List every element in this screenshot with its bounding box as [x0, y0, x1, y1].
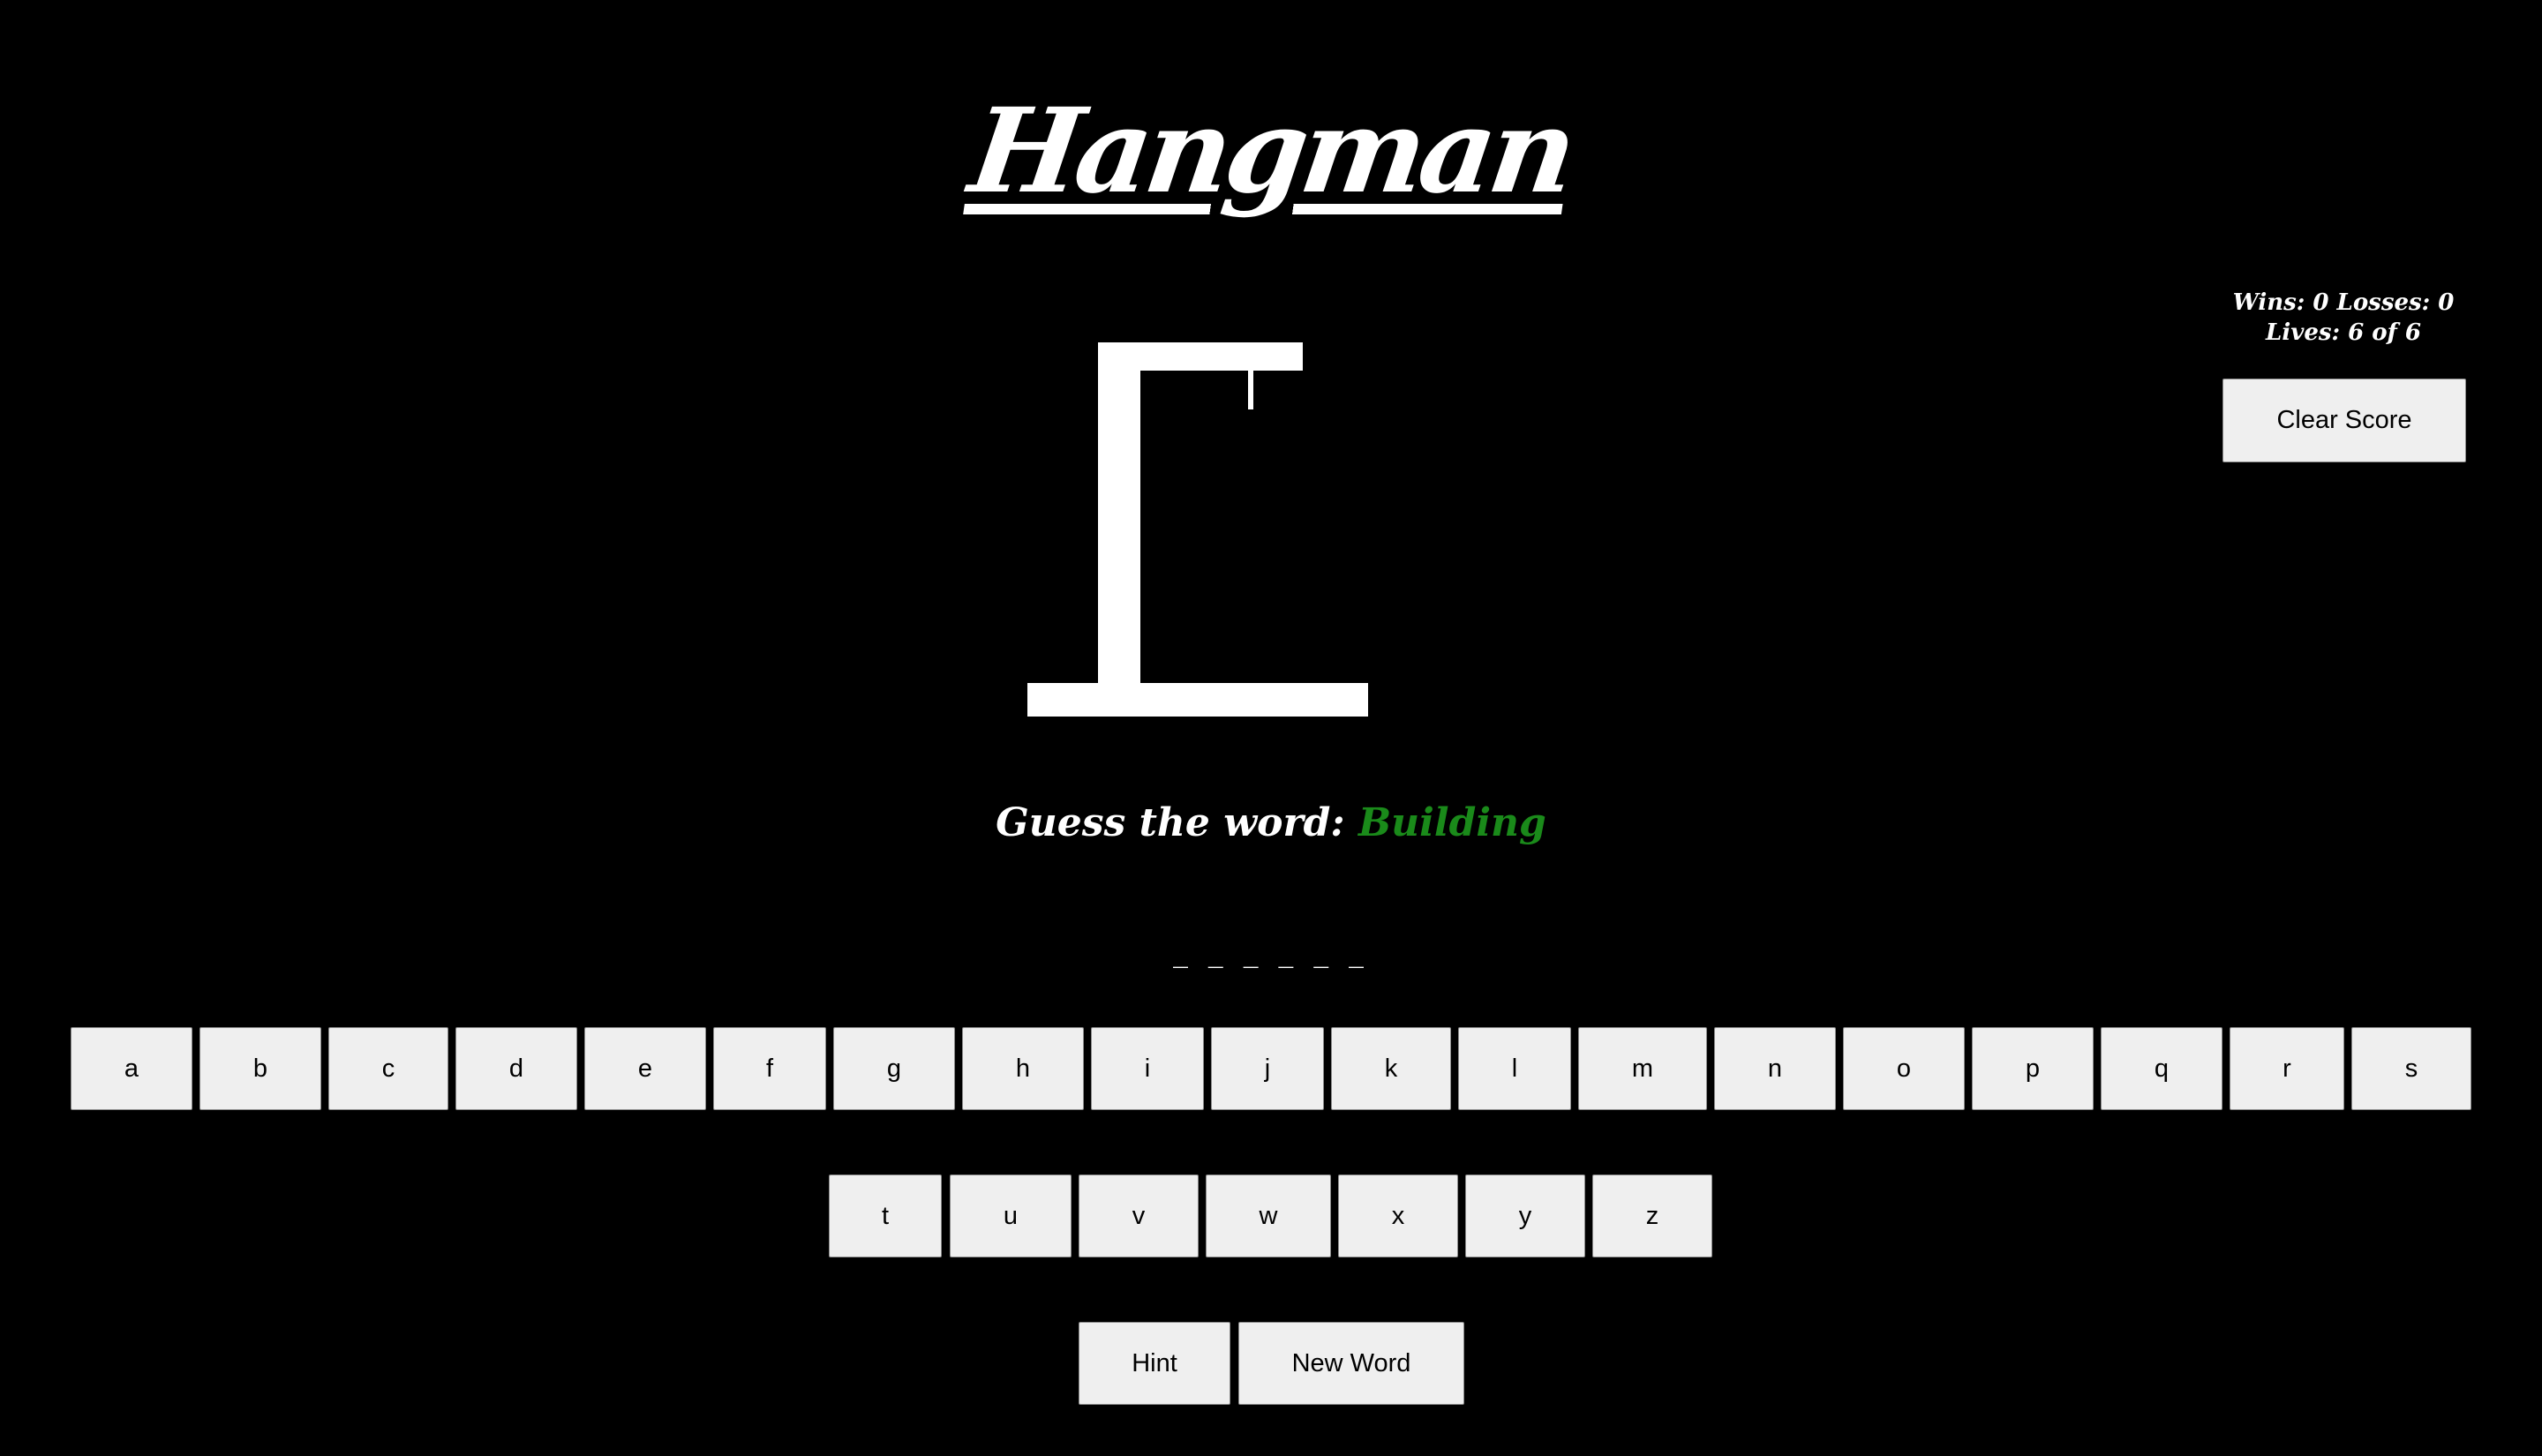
gallows-beam — [1098, 342, 1303, 371]
gallows-pole — [1098, 342, 1140, 690]
letter-key-l[interactable]: l — [1458, 1027, 1571, 1110]
gallows-rope — [1248, 369, 1253, 409]
gallows-drawing — [1024, 335, 1377, 724]
letter-key-t[interactable]: t — [829, 1175, 942, 1257]
guess-prompt: Guess the word: Building — [0, 794, 2542, 852]
keyboard-row-1: a b c d e f g h i j k l m n o p q r s — [0, 1027, 2542, 1112]
letter-key-x[interactable]: x — [1338, 1175, 1458, 1257]
letter-key-f[interactable]: f — [713, 1027, 826, 1110]
new-word-button[interactable]: New Word — [1238, 1322, 1464, 1405]
game-title-text: Hangman — [962, 83, 1580, 220]
hint-button[interactable]: Hint — [1079, 1322, 1230, 1405]
letter-key-q[interactable]: q — [2101, 1027, 2222, 1110]
wins-losses-text: Wins: 0 Losses: 0 — [2232, 289, 2455, 316]
letter-key-d[interactable]: d — [455, 1027, 577, 1110]
letter-key-v[interactable]: v — [1079, 1175, 1199, 1257]
letter-key-b[interactable]: b — [199, 1027, 321, 1110]
guess-prompt-label: Guess the word: — [996, 800, 1358, 845]
letter-key-s[interactable]: s — [2351, 1027, 2471, 1110]
letter-key-k[interactable]: k — [1331, 1027, 1451, 1110]
letter-key-o[interactable]: o — [1843, 1027, 1965, 1110]
game-title: Hangman — [0, 81, 2542, 222]
letter-key-j[interactable]: j — [1211, 1027, 1324, 1110]
letter-key-w[interactable]: w — [1206, 1175, 1331, 1257]
letter-key-n[interactable]: n — [1714, 1027, 1836, 1110]
score-panel: Wins: 0 Losses: 0 Lives: 6 of 6 — [2224, 288, 2463, 348]
lives-text: Lives: 6 of 6 — [2266, 319, 2421, 346]
guess-category: Building — [1357, 800, 1546, 845]
letter-key-c[interactable]: c — [328, 1027, 448, 1110]
word-blanks: _ _ _ _ _ _ — [1172, 934, 1370, 969]
letter-key-z[interactable]: z — [1592, 1175, 1712, 1257]
letter-key-u[interactable]: u — [950, 1175, 1072, 1257]
letter-key-g[interactable]: g — [833, 1027, 955, 1110]
keyboard-row-2: t u v w x y z — [0, 1175, 2542, 1259]
letter-key-y[interactable]: y — [1465, 1175, 1585, 1257]
letter-key-m[interactable]: m — [1578, 1027, 1707, 1110]
letter-key-p[interactable]: p — [1972, 1027, 2094, 1110]
gallows-base — [1027, 683, 1368, 717]
letter-key-a[interactable]: a — [71, 1027, 192, 1110]
letter-key-i[interactable]: i — [1091, 1027, 1204, 1110]
clear-score-button[interactable]: Clear Score — [2222, 379, 2466, 462]
letter-key-r[interactable]: r — [2230, 1027, 2344, 1110]
letter-key-e[interactable]: e — [584, 1027, 706, 1110]
letter-key-h[interactable]: h — [962, 1027, 1084, 1110]
